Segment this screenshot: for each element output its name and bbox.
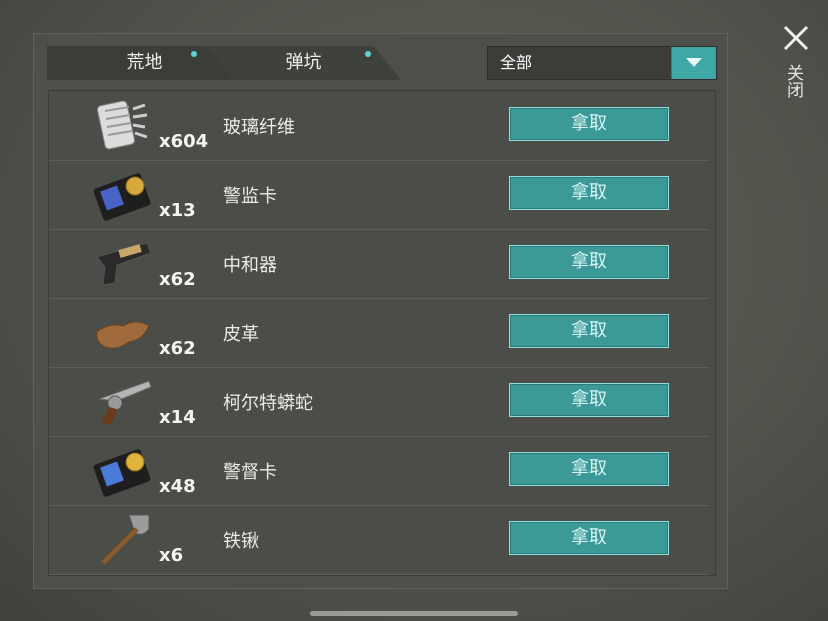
take-button[interactable]: 拿取 [509,452,669,486]
item-quantity: x14 [159,407,196,428]
leather-icon [93,304,153,360]
shovel-icon [93,511,153,567]
filter-dropdown[interactable]: 全部 [487,46,717,80]
list-item: x14 柯尔特蟒蛇 拿取 [49,367,709,437]
take-button[interactable]: 拿取 [509,314,669,348]
dropdown-button[interactable] [671,47,716,79]
list-item: x62 中和器 拿取 [49,229,709,299]
list-item: x62 皮革 拿取 [49,298,709,368]
loot-panel: 荒地 弹坑 全部 x604 玻璃纤维 拿取 x13 警监卡 拿取 x62 中和器… [33,33,728,589]
item-quantity: x13 [159,200,196,221]
list-item: x6 铁锹 拿取 [49,505,709,575]
close-icon[interactable] [782,24,810,52]
home-indicator[interactable] [310,611,518,616]
item-list[interactable]: x604 玻璃纤维 拿取 x13 警监卡 拿取 x62 中和器 拿取 x62 皮… [48,90,716,576]
item-quantity: x6 [159,545,184,566]
item-name: 警监卡 [223,186,277,207]
chevron-down-icon [686,58,702,67]
take-button[interactable]: 拿取 [509,107,669,141]
notification-dot [365,51,371,57]
revolver-icon [93,373,153,429]
tab-crater[interactable]: 弹坑 [206,46,401,80]
list-item: x604 玻璃纤维 拿取 [49,91,709,161]
item-name: 中和器 [223,255,277,276]
police-card-icon [93,166,153,222]
notification-dot [191,51,197,57]
close-label[interactable]: 关闭 [783,64,806,98]
list-item: x48 警督卡 拿取 [49,436,709,506]
take-button[interactable]: 拿取 [509,383,669,417]
glass-fiber-icon [93,97,153,153]
pistol-icon [93,235,153,291]
item-name: 警督卡 [223,462,277,483]
take-button[interactable]: 拿取 [509,245,669,279]
item-name: 玻璃纤维 [223,117,295,138]
tab-label: 弹坑 [285,52,322,73]
item-name: 柯尔特蟒蛇 [223,393,313,414]
item-name: 铁锹 [223,531,259,552]
tab-label: 荒地 [126,52,163,73]
take-button[interactable]: 拿取 [509,176,669,210]
item-quantity: x604 [159,131,209,152]
filter-value: 全部 [500,53,533,72]
take-button[interactable]: 拿取 [509,521,669,555]
item-quantity: x62 [159,338,196,359]
item-name: 皮革 [223,324,259,345]
item-quantity: x48 [159,476,196,497]
list-item: x13 警监卡 拿取 [49,160,709,230]
item-quantity: x62 [159,269,196,290]
police-card-icon [93,442,153,498]
